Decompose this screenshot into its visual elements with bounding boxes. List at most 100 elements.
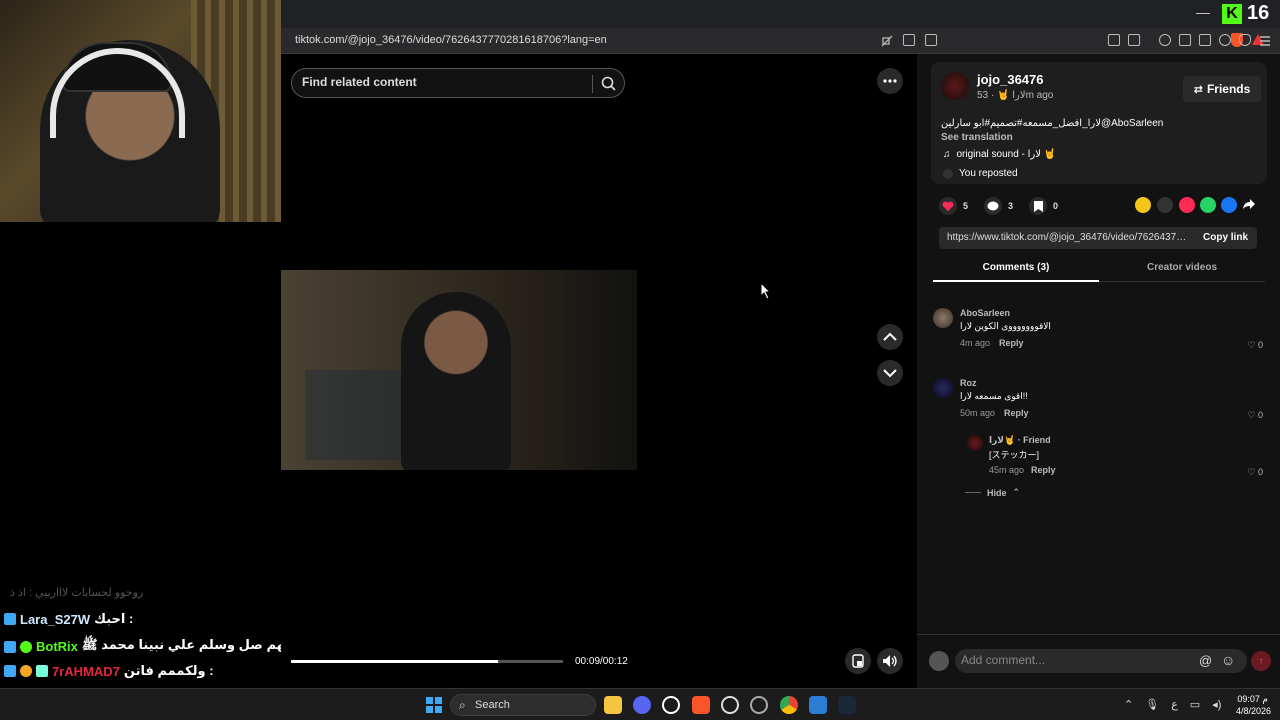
browser-titlebar: — (281, 0, 1280, 28)
language-indicator[interactable]: ع (1171, 698, 1178, 711)
next-video-button[interactable] (877, 360, 903, 386)
kick-logo-icon: K (1222, 4, 1242, 24)
screenshot-icon[interactable] (1128, 34, 1140, 46)
tab-creator-videos[interactable]: Creator videos (1099, 258, 1265, 282)
microphone-icon[interactable]: 🎙 (1145, 698, 1159, 711)
app-icon[interactable] (662, 696, 680, 714)
commenter-avatar[interactable] (933, 308, 953, 328)
comment-like[interactable]: ♡ 0 (1247, 410, 1263, 421)
whatsapp-icon[interactable] (1200, 197, 1216, 213)
comment-like[interactable]: ♡ 0 (1247, 340, 1263, 351)
wallet-icon[interactable] (1199, 34, 1211, 46)
chat-text: ولكممم فاتن : (123, 663, 214, 678)
clock-time: 09:07 م (1237, 694, 1268, 704)
sound-link[interactable]: ♫ original sound - لارا 🤘 (943, 149, 1056, 160)
taskbar-search-label: Search (475, 699, 510, 711)
music-icon[interactable] (1159, 34, 1171, 46)
hide-replies-button[interactable]: Hide ⌃ (965, 487, 1020, 498)
brave-icon[interactable] (692, 696, 710, 714)
commenter-avatar[interactable] (933, 378, 953, 398)
chat-user: 7rAHMAD7 (52, 663, 120, 679)
post-comment-button[interactable]: ↑ (1251, 651, 1271, 671)
system-tray: ⌃ 🎙 ع ▭ ◂) (1124, 698, 1221, 711)
comment-button[interactable] (984, 197, 1003, 215)
app2-icon[interactable] (750, 696, 768, 714)
embed-icon[interactable] (1157, 197, 1173, 213)
comment-text: [ステッカー] (989, 450, 1040, 460)
chat-line: BotRix اللهم صل وسلم علي نبينا محمد ﷺ : (4, 637, 308, 656)
reply-button[interactable]: Reply (999, 338, 1024, 348)
author-name[interactable]: jojo_36476 (977, 72, 1044, 87)
like-button[interactable] (939, 197, 957, 215)
send-icon[interactable] (1179, 197, 1195, 213)
author-meta: لارا 🤘 · 53m ago (977, 90, 1054, 101)
my-avatar (929, 651, 949, 671)
friends-button[interactable]: ⇄ Friends (1183, 76, 1261, 102)
author-avatar[interactable] (941, 72, 969, 100)
minimize-icon[interactable]: — (1196, 4, 1210, 20)
clock[interactable]: 09:07 م 4/8/2026 (1236, 693, 1271, 717)
extensions-icon[interactable] (1108, 34, 1120, 46)
save-button[interactable] (1029, 197, 1048, 215)
volume-button[interactable] (877, 648, 903, 674)
more-options-button[interactable] (877, 68, 903, 94)
see-translation-link[interactable]: See translation (941, 132, 1013, 143)
file-explorer-icon[interactable] (604, 696, 622, 714)
emoji-icon[interactable]: ☺ (1221, 652, 1235, 668)
comment-like[interactable]: ♡ 0 (1247, 467, 1263, 478)
viewer-count: 16 (1247, 2, 1270, 24)
chevron-up-icon[interactable]: ⌃ (1124, 698, 1133, 711)
steam-icon[interactable] (838, 696, 856, 714)
share-friends-icon[interactable] (1135, 197, 1151, 213)
discord-icon[interactable] (633, 696, 651, 714)
windows-start-icon[interactable] (426, 697, 442, 713)
cast-icon[interactable] (903, 34, 915, 46)
reply-button[interactable]: Reply (1031, 465, 1056, 475)
settings-icon[interactable] (721, 696, 739, 714)
url-text[interactable]: tiktok.com/@jojo_36476/video/76264377702… (295, 34, 607, 46)
previous-video-button[interactable] (877, 324, 903, 350)
comment-time: 4m ago (960, 338, 991, 348)
webcam-overlay (0, 0, 281, 222)
copy-link-button[interactable]: Copy link (1203, 232, 1248, 243)
volume-icon[interactable]: ◂) (1212, 698, 1221, 711)
sidebar-icon[interactable] (1179, 34, 1191, 46)
chrome-icon[interactable] (780, 696, 798, 714)
commenter-name[interactable]: AboSarleen (960, 308, 1010, 318)
taskbar-search[interactable]: ⌕ Search (450, 694, 596, 716)
search-icon[interactable] (600, 75, 618, 93)
heart-icon (942, 201, 954, 211)
action-bar: 5 3 0 (939, 196, 1058, 216)
share-icon[interactable] (925, 34, 937, 46)
no-video-icon[interactable] (881, 34, 893, 47)
commenter-avatar[interactable] (967, 435, 983, 451)
vscode-icon[interactable] (809, 696, 827, 714)
tab-comments[interactable]: Comments (3) (933, 258, 1099, 282)
reply-button[interactable]: Reply (1004, 408, 1029, 418)
pip-icon (852, 654, 864, 668)
commenter-name[interactable]: لارا🤘 · Friend (989, 435, 1051, 446)
sound-label: original sound - لارا 🤘 (956, 149, 1057, 160)
address-bar[interactable]: tiktok.com/@jojo_36476/video/76264377702… (281, 28, 1280, 54)
video-frame[interactable] (281, 270, 637, 470)
network-icon[interactable]: ▭ (1190, 698, 1200, 711)
comment-input[interactable] (961, 653, 1191, 667)
mention-icon[interactable]: @ (1199, 653, 1212, 668)
search-input[interactable] (302, 75, 582, 89)
hide-label: Hide (987, 487, 1007, 498)
picture-in-picture-button[interactable] (845, 648, 871, 674)
vpn-shield-icon[interactable] (1239, 34, 1251, 46)
progress-bar[interactable] (291, 660, 563, 663)
reposted-indicator: You reposted (943, 168, 1018, 179)
video-link[interactable]: https://www.tiktok.com/@jojo_36476/video… (947, 232, 1191, 243)
share-arrow-icon[interactable] (1242, 197, 1258, 213)
heart-outline-icon: ♡ (1247, 467, 1258, 477)
leo-ai-icon[interactable] (1219, 34, 1231, 46)
commenter-name[interactable]: Roz (960, 378, 977, 388)
comment-icon (987, 201, 999, 210)
facebook-icon[interactable] (1221, 197, 1237, 213)
time-label: 00:09/00:12 (575, 656, 628, 667)
menu-icon[interactable] (1259, 34, 1271, 46)
heart-outline-icon: ♡ (1247, 340, 1258, 350)
video-player[interactable]: 00:09/00:12 (281, 54, 917, 688)
